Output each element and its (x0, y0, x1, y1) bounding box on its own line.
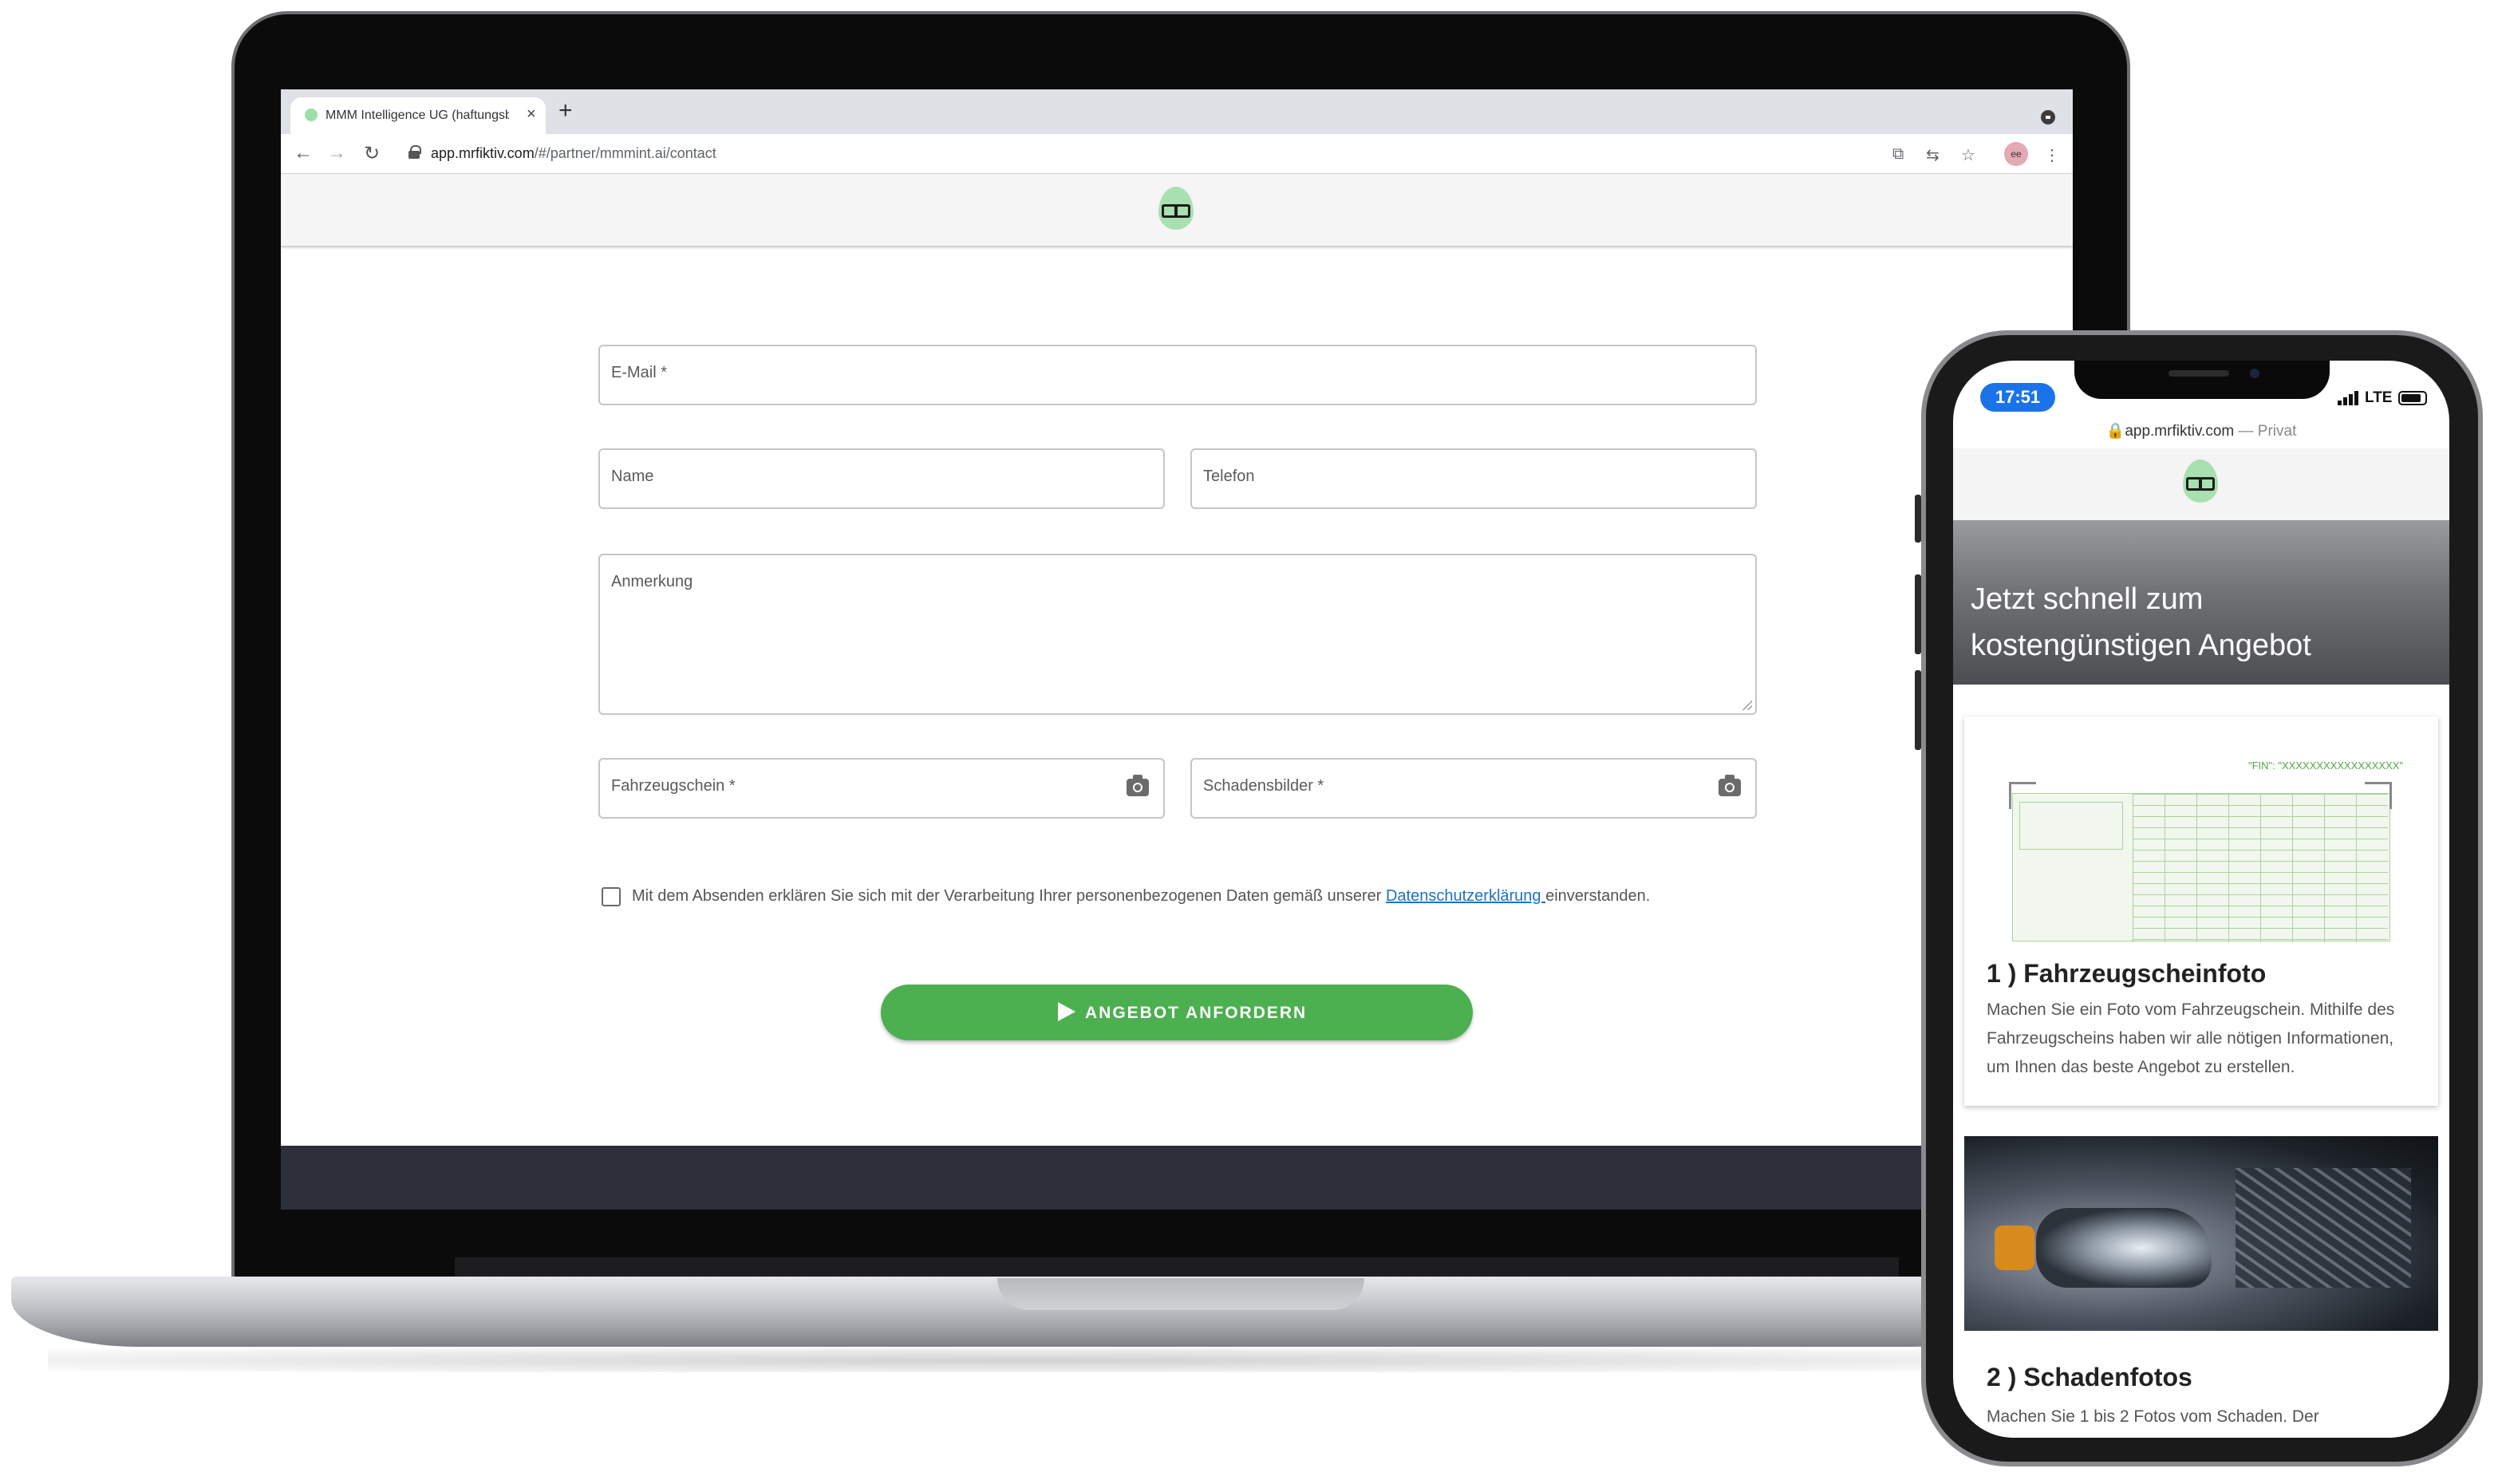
registration-upload-field[interactable]: Fahrzeugschein * (598, 758, 1165, 819)
lock-icon (408, 145, 421, 159)
mobile-app-header (1953, 448, 2449, 520)
doc-fin-text: "FIN": "XXXXXXXXXXXXXXXXX" (2248, 760, 2404, 772)
browser-tab[interactable]: MMM Intelligence UG (haftungsbeschränkt)… (290, 97, 546, 134)
step-title: 2 ) Schadenfotos (1987, 1363, 2192, 1391)
step-card-damage: 2 ) Schadenfotos Machen Sie 1 bis 2 Foto… (1964, 1331, 2438, 1438)
network-label: LTE (2365, 389, 2393, 406)
email-label: E-Mail * (611, 364, 668, 381)
page-footer (281, 1146, 2073, 1210)
url-host: app.mrfiktiv.com (431, 145, 535, 161)
mobile-hero: Jetzt schnell zum kostengünstigen Angebo… (1953, 520, 2449, 685)
laptop-hinge (455, 1257, 1899, 1277)
photo-damage-area (2236, 1168, 2411, 1288)
forward-icon[interactable]: → (327, 142, 346, 164)
window-account-icon[interactable] (2041, 110, 2055, 124)
scan-corner-tl (2009, 782, 2036, 809)
logo-icon[interactable] (1158, 187, 1194, 230)
laptop-screen: MMM Intelligence UG (haftungsbeschränkt)… (281, 89, 2073, 1210)
phone-field[interactable]: Telefon (1190, 448, 1757, 509)
damage-images-upload-field[interactable]: Schadensbilder * (1190, 758, 1757, 819)
step-card-registration: "FIN": "XXXXXXXXXXXXXXXXX" 1 ) Fahrzeugs… (1964, 716, 2438, 1106)
name-field[interactable]: Name (598, 448, 1165, 509)
status-time: 17:51 (1980, 383, 2055, 412)
browser-tab-strip: MMM Intelligence UG (haftungsbeschränkt)… (281, 89, 2073, 134)
reload-icon[interactable]: ↻ (364, 142, 380, 165)
tab-title: MMM Intelligence UG (haftungsbeschränkt) (326, 109, 509, 122)
damage-photo-image (1964, 1136, 2438, 1331)
consent-prefix: Mit dem Absenden erklären Sie sich mit d… (632, 887, 1386, 905)
phone-mute-switch (1915, 495, 1921, 543)
logo-icon[interactable] (2183, 460, 2218, 503)
back-icon[interactable]: ← (294, 142, 313, 164)
resize-handle-icon[interactable] (1742, 701, 1752, 710)
install-icon[interactable]: ⧉ (1892, 145, 1904, 164)
bookmark-star-icon[interactable]: ☆ (1961, 145, 1975, 165)
battery-icon (2398, 391, 2427, 405)
hero-title: Jetzt schnell zum kostengünstigen Angebo… (1971, 582, 2311, 662)
phone-screen: 17:51 LTE 🔒app.mrfiktiv.com — Privat Jet… (1953, 361, 2449, 1438)
doc-header-box (2019, 802, 2123, 850)
url-path: /#/partner/mmmint.ai/contact (534, 145, 716, 161)
phone-notch (2074, 361, 2330, 399)
send-icon (1058, 1002, 1075, 1021)
note-textarea[interactable]: Anmerkung (598, 554, 1757, 715)
mobile-url-private: — Privat (2234, 423, 2297, 440)
translate-icon[interactable]: ⇆ (1926, 145, 1940, 165)
email-field[interactable]: E-Mail * (598, 345, 1757, 405)
phone-label: Telefon (1203, 468, 1255, 485)
mobile-url-bar[interactable]: 🔒app.mrfiktiv.com — Privat (1953, 421, 2449, 440)
photo-headlight (2036, 1208, 2212, 1288)
scan-corner-tr (2365, 782, 2392, 809)
camera-icon[interactable] (1127, 775, 1149, 796)
favicon-icon (305, 109, 318, 121)
new-tab-button[interactable]: + (558, 97, 573, 124)
step-description: Machen Sie 1 bis 2 Fotos vom Schaden. De… (1987, 1407, 2319, 1426)
url-field[interactable]: app.mrfiktiv.com/#/partner/mmmint.ai/con… (431, 145, 716, 162)
app-header (281, 174, 2073, 246)
mobile-url-host: app.mrfiktiv.com (2125, 423, 2235, 440)
step-title: 1 ) Fahrzeugscheinfoto (1987, 959, 2267, 988)
doc-table-grid (2133, 794, 2388, 942)
consent-checkbox[interactable] (602, 887, 621, 906)
profile-avatar[interactable]: ee (2004, 142, 2028, 166)
damage-images-label: Schadensbilder * (1203, 777, 1324, 795)
request-offer-label: ANGEBOT ANFORDERN (1085, 1004, 1308, 1022)
consent-suffix: einverstanden. (1545, 887, 1651, 905)
camera-icon[interactable] (1719, 775, 1741, 796)
phone-volume-up (1915, 574, 1921, 654)
logo-glasses (2186, 477, 2215, 491)
laptop-notch (997, 1278, 1364, 1310)
speaker-grille (2168, 370, 2229, 377)
request-offer-button[interactable]: ANGEBOT ANFORDERN (881, 985, 1473, 1040)
phone-volume-down (1915, 670, 1921, 750)
menu-icon[interactable]: ⋮ (2044, 145, 2060, 165)
address-bar: ← → ↻ app.mrfiktiv.com/#/partner/mmmint.… (281, 134, 2073, 174)
name-label: Name (611, 468, 654, 485)
consent-text: Mit dem Absenden erklären Sie sich mit d… (632, 887, 1650, 906)
registration-label: Fahrzeugschein * (611, 777, 736, 795)
tab-close-icon[interactable]: × (527, 105, 536, 124)
logo-glasses (1162, 204, 1190, 218)
laptop-shadow (48, 1348, 2011, 1372)
step-description: Machen Sie ein Foto vom Fahrzeugschein. … (1987, 1001, 2395, 1076)
photo-indicator-lamp (1995, 1225, 2034, 1270)
privacy-policy-link[interactable]: Datenschutzerklärung (1386, 887, 1545, 905)
registration-document-image (2012, 793, 2390, 942)
note-label: Anmerkung (611, 573, 693, 590)
front-camera (2250, 369, 2259, 378)
signal-icon (2338, 389, 2360, 405)
